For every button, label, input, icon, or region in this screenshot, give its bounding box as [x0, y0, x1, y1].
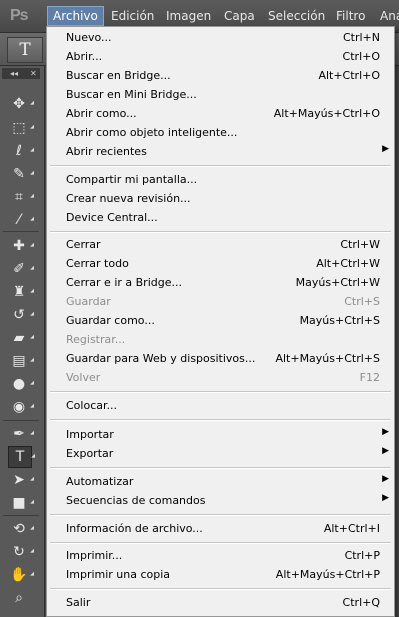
- menu-item-abrir-como-objeto-inteligente[interactable]: Abrir como objeto inteligente...: [47, 124, 394, 143]
- menu-item-nuevo[interactable]: Nuevo... Ctrl+N: [47, 29, 394, 48]
- menu-item-guardar-para-web[interactable]: Guardar para Web y dispositivos... Alt+Ma…: [47, 350, 394, 369]
- menu-item-abrir-como[interactable]: Abrir como... Alt+Mayús+Ctrl+O: [47, 105, 394, 124]
- crop-tool-icon[interactable]: ⌗ ◢: [8, 187, 34, 207]
- menu-item-imprimir[interactable]: Imprimir... Ctrl+P: [47, 547, 394, 566]
- menu-item-device-central[interactable]: Device Central...: [47, 209, 394, 228]
- menu-capa[interactable]: Capa: [224, 7, 255, 25]
- toolbox-separator: [3, 231, 39, 232]
- pen-tool-icon[interactable]: ✒ ◢: [8, 424, 34, 444]
- menu-item-cerrar-todo[interactable]: Cerrar todo Alt+Ctrl+W: [47, 255, 394, 274]
- submenu-arrow-icon: ▶: [382, 446, 389, 456]
- menu-item-secuencias-de-comandos[interactable]: Secuencias de comandos ▶: [47, 492, 394, 511]
- menu-item-abrir[interactable]: Abrir... Ctrl+O: [47, 48, 394, 67]
- toolbox-header: ◂◂ ✕: [2, 68, 40, 79]
- move-tool-icon[interactable]: ✥ ◢: [8, 94, 34, 114]
- photoshop-logo: Ps: [10, 7, 29, 24]
- hand-tool-icon[interactable]: ✋ ◢: [8, 565, 34, 585]
- menu-edicion[interactable]: Edición: [111, 7, 154, 25]
- menu-divider: [50, 542, 391, 544]
- menu-divider: [50, 467, 391, 469]
- blur-tool-icon[interactable]: ● ◢: [8, 374, 34, 394]
- menu-item-informacion-de-archivo[interactable]: Información de archivo... Alt+Ctrl+I: [47, 520, 394, 539]
- eraser-tool-icon[interactable]: ▰ ◢: [8, 328, 34, 348]
- toolbox-separator: [3, 420, 39, 421]
- menu-item-crear-nueva-revision[interactable]: Crear nueva revisión...: [47, 190, 394, 209]
- path-selection-tool-icon[interactable]: ➤ ◢: [8, 470, 34, 490]
- menu-item-salir[interactable]: Salir Ctrl+Q: [47, 594, 394, 613]
- submenu-arrow-icon: ▶: [382, 474, 389, 484]
- eyedropper-tool-icon[interactable]: ⁄ ◢: [8, 210, 34, 230]
- menu-item-cerrar-e-ir-a-bridge[interactable]: Cerrar e ir a Bridge... Mayús+Ctrl+W: [47, 274, 394, 293]
- close-icon[interactable]: ✕: [30, 68, 37, 79]
- gradient-tool-icon[interactable]: ▤ ◢: [8, 351, 34, 371]
- zoom-tool-icon[interactable]: ⌕: [8, 588, 30, 608]
- submenu-arrow-icon: ▶: [382, 493, 389, 503]
- shape-tool-icon[interactable]: ■ ◢: [8, 493, 34, 513]
- collapse-icon[interactable]: ◂◂: [10, 68, 18, 79]
- menu-item-compartir-mi-pantalla[interactable]: Compartir mi pantalla...: [47, 171, 394, 190]
- tool-preset-picker[interactable]: T: [7, 37, 43, 63]
- 3d-rotate-tool-icon[interactable]: ⟲ ◢: [8, 519, 34, 539]
- menu-item-guardar: Guardar Ctrl+S: [66, 295, 380, 308]
- dodge-tool-icon[interactable]: ◉ ◢: [8, 397, 34, 417]
- menu-divider: [50, 588, 391, 590]
- history-brush-tool-icon[interactable]: ↺ ◢: [8, 305, 34, 325]
- brush-tool-icon[interactable]: ✐ ◢: [8, 259, 34, 279]
- menu-item-cerrar[interactable]: Cerrar Ctrl+W: [47, 236, 394, 255]
- toolbox: ◂◂ ✕ ✥ ◢ ⬚ ◢ ℓ ◢ ✎ ◢ ⌗ ◢ ⁄ ◢ ✚ ◢ ✐ ◢ ♜ ◢ ↺ ◢ ▰ ◢ ▤ ◢…: [0, 66, 45, 617]
- menu-item-automatizar[interactable]: Automatizar ▶: [47, 473, 394, 492]
- menu-divider: [50, 514, 391, 516]
- clone-stamp-tool-icon[interactable]: ♜ ◢: [8, 282, 34, 302]
- menu-seleccion[interactable]: Selección: [268, 7, 325, 25]
- menu-item-buscar-en-mini-bridge[interactable]: Buscar en Mini Bridge...: [47, 86, 394, 105]
- menu-item-volver: Volver F12: [66, 371, 380, 384]
- lasso-tool-icon[interactable]: ℓ ◢: [8, 141, 34, 161]
- healing-brush-tool-icon[interactable]: ✚ ◢: [8, 236, 34, 256]
- menu-item-buscar-en-bridge[interactable]: Buscar en Bridge... Alt+Ctrl+O: [47, 67, 394, 86]
- marquee-tool-icon[interactable]: ⬚ ◢: [8, 118, 34, 138]
- submenu-arrow-icon: ▶: [382, 144, 389, 154]
- menu-item-exportar[interactable]: Exportar ▶: [47, 445, 394, 464]
- menu-item-guardar-como[interactable]: Guardar como... Mayús+Ctrl+S: [47, 312, 394, 331]
- menu-imagen[interactable]: Imagen: [166, 7, 211, 25]
- menu-analisis[interactable]: Aná: [380, 7, 399, 25]
- menu-item-imprimir-una-copia[interactable]: Imprimir una copia Alt+Mayús+Ctrl+P: [47, 566, 394, 585]
- menu-item-importar[interactable]: Importar ▶: [47, 426, 394, 445]
- menu-item-registrar: Registrar...: [66, 333, 126, 346]
- menu-divider: [50, 231, 391, 233]
- submenu-arrow-icon: ▶: [382, 427, 389, 437]
- archivo-menu: Nuevo... Ctrl+N Abrir... Ctrl+O Buscar en …: [46, 26, 395, 617]
- 3d-orbit-tool-icon[interactable]: ↻ ◢: [8, 542, 34, 562]
- menu-divider: [50, 419, 391, 421]
- menu-divider: [50, 165, 391, 167]
- menu-divider: [50, 391, 391, 393]
- type-tool-icon[interactable]: T ◢: [8, 446, 35, 468]
- quick-selection-tool-icon[interactable]: ✎ ◢: [8, 164, 34, 184]
- toolbox-separator: [3, 515, 39, 516]
- menu-archivo[interactable]: Archivo: [47, 6, 104, 26]
- menu-filtro[interactable]: Filtro: [336, 7, 365, 25]
- menu-item-colocar[interactable]: Colocar...: [47, 397, 394, 416]
- menu-item-abrir-recientes[interactable]: Abrir recientes ▶: [47, 143, 394, 162]
